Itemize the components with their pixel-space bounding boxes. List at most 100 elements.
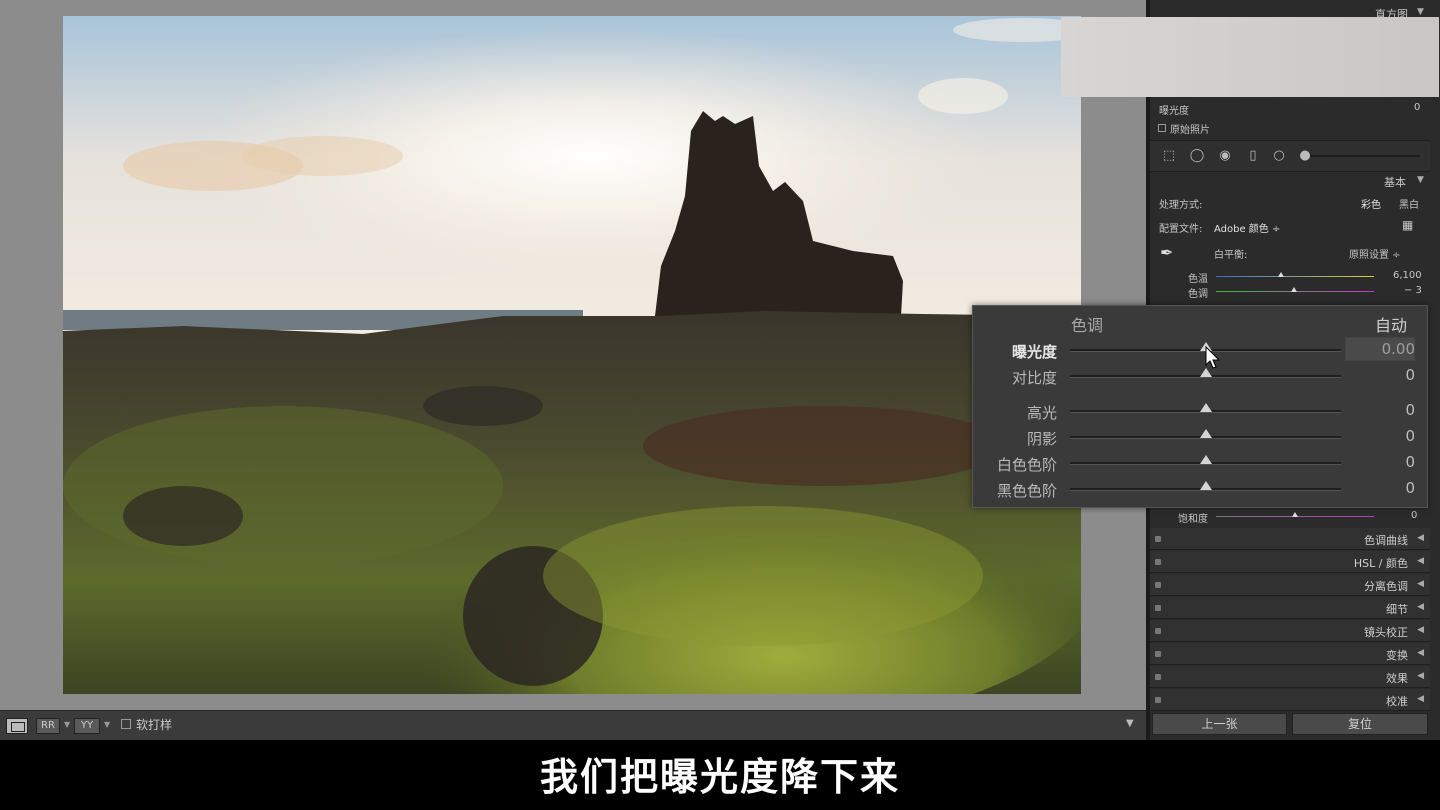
basic-section-header[interactable]: 基本 (1384, 174, 1406, 190)
wb-dropdown[interactable]: 原照设置 ÷ (1349, 246, 1401, 261)
section-header-4[interactable]: 镜头校正 ◀ (1150, 620, 1430, 642)
tone-panel-magnified: 色调 自动 曝光度 0.00 对比度 0 高光 0 阴影 0 白色色阶 0 黑色色阶 0 (972, 305, 1428, 508)
tone-slider-row-0: 曝光度 0.00 (973, 337, 1429, 363)
wb-eyedropper-icon[interactable]: ✒ (1160, 243, 1173, 262)
crop-icon[interactable]: ⬚ (1161, 148, 1177, 164)
wb-label: 白平衡: (1214, 250, 1248, 261)
section-label: 色调曲线 (1364, 534, 1408, 547)
tone-slider-row-2: 高光 0 (973, 398, 1429, 424)
redeye-icon[interactable]: ◉ (1217, 148, 1233, 164)
section-expand-icon[interactable]: ◀ (1417, 671, 1424, 681)
saturation-label: 饱和度 (1178, 514, 1208, 525)
treatment-bw-option[interactable]: 黑白 (1399, 196, 1419, 211)
section-header-1[interactable]: HSL / 颜色 ◀ (1150, 551, 1430, 573)
section-header-7[interactable]: 校准 ◀ (1150, 689, 1430, 711)
section-header-6[interactable]: 效果 ◀ (1150, 666, 1430, 688)
treatment-color-option[interactable]: 彩色 (1361, 196, 1381, 211)
toolbar-menu-icon[interactable]: ▼ (1126, 718, 1134, 729)
basic-collapse-icon[interactable]: ▼ (1417, 175, 1424, 185)
saturation-value[interactable]: 0 (1411, 510, 1417, 521)
tone-slider-label: 对比度 (1011, 369, 1057, 387)
section-label: 效果 (1386, 672, 1408, 685)
section-toggle-icon[interactable] (1155, 674, 1161, 680)
tint-label: 色调 (1188, 289, 1208, 300)
reset-button[interactable]: 复位 (1292, 713, 1428, 735)
tone-slider-thumb[interactable] (1199, 481, 1212, 490)
landscape-photo (63, 16, 1081, 694)
section-expand-icon[interactable]: ◀ (1417, 625, 1424, 635)
tone-slider-row-4: 白色色阶 0 (973, 450, 1429, 476)
before-after-dropdown-icon[interactable]: ▼ (104, 720, 110, 729)
section-toggle-icon[interactable] (1155, 582, 1161, 588)
section-toggle-icon[interactable] (1155, 628, 1161, 634)
tone-slider-value[interactable]: 0 (1405, 401, 1415, 419)
tone-slider-label: 曝光度 (1011, 343, 1057, 361)
section-label: 校准 (1386, 695, 1408, 708)
tone-slider-thumb[interactable] (1199, 403, 1212, 412)
profile-browser-icon[interactable]: ▦ (1402, 218, 1413, 232)
temp-slider-thumb[interactable] (1278, 272, 1284, 277)
tone-slider-label: 白色色阶 (996, 456, 1057, 474)
tone-slider-value[interactable]: 0 (1405, 453, 1415, 471)
section-expand-icon[interactable]: ◀ (1417, 579, 1424, 589)
section-toggle-icon[interactable] (1155, 536, 1161, 542)
softproof-checkbox[interactable] (121, 719, 131, 729)
previous-button[interactable]: 上一张 (1152, 713, 1287, 735)
tone-auto-button[interactable]: 自动 (1375, 312, 1407, 336)
section-label: 镜头校正 (1364, 626, 1408, 639)
section-label: 分离色调 (1364, 580, 1408, 593)
section-expand-icon[interactable]: ◀ (1417, 602, 1424, 612)
tone-slider-value[interactable]: 0.00 (1382, 340, 1415, 358)
brush-size-track[interactable] (1310, 155, 1420, 157)
section-label: HSL / 颜色 (1353, 557, 1408, 570)
tone-slider-thumb[interactable] (1199, 455, 1212, 464)
histogram-exposure-label: 曝光度 (1159, 106, 1189, 117)
section-toggle-icon[interactable] (1155, 651, 1161, 657)
section-toggle-icon[interactable] (1155, 559, 1161, 565)
section-toggle-icon[interactable] (1155, 605, 1161, 611)
saturation-slider-thumb[interactable] (1292, 512, 1298, 517)
graduated-filter-icon[interactable]: ▯ (1245, 148, 1261, 164)
tone-slider-row-1: 对比度 0 (973, 363, 1429, 389)
photo-artwork (63, 16, 1081, 694)
mouse-cursor-icon (1205, 346, 1221, 369)
histogram-exposure-value: 0 (1414, 102, 1421, 113)
tone-slider-value[interactable]: 0 (1405, 479, 1415, 497)
before-after-button[interactable]: YY (74, 718, 100, 734)
section-header-0[interactable]: 色调曲线 ◀ (1150, 528, 1430, 550)
section-expand-icon[interactable]: ◀ (1417, 533, 1424, 543)
tone-slider-thumb[interactable] (1199, 429, 1212, 438)
tone-slider-label: 黑色色阶 (996, 482, 1057, 500)
section-label: 变换 (1386, 649, 1408, 662)
spot-removal-icon[interactable]: ◯ (1189, 148, 1205, 164)
tone-slider-value[interactable]: 0 (1405, 366, 1415, 384)
section-expand-icon[interactable]: ◀ (1417, 694, 1424, 704)
tone-slider-label: 阴影 (1026, 430, 1057, 448)
section-expand-icon[interactable]: ◀ (1417, 556, 1424, 566)
tone-slider-row-3: 阴影 0 (973, 424, 1429, 450)
compare-dropdown-icon[interactable]: ▼ (64, 720, 70, 729)
profile-dropdown[interactable]: Adobe 颜色 ÷ (1214, 220, 1280, 235)
temp-value[interactable]: 6,100 (1393, 270, 1422, 281)
compare-view-button[interactable]: RR (36, 718, 60, 734)
tone-title: 色调 (1071, 316, 1104, 335)
histogram-collapse-icon[interactable]: ▼ (1417, 7, 1424, 17)
section-header-3[interactable]: 细节 ◀ (1150, 597, 1430, 619)
section-label: 细节 (1386, 603, 1408, 616)
treatment-label: 处理方式: (1159, 200, 1203, 211)
softproof-label: 软打样 (136, 718, 173, 732)
profile-label: 配置文件: (1159, 224, 1203, 235)
tint-slider-thumb[interactable] (1291, 287, 1297, 292)
section-toggle-icon[interactable] (1155, 697, 1161, 703)
temp-slider-track[interactable] (1216, 276, 1374, 277)
video-subtitle: 我们把曝光度降下来 (0, 742, 1440, 810)
loupe-view-button[interactable] (6, 718, 28, 734)
section-header-2[interactable]: 分离色调 ◀ (1150, 574, 1430, 596)
tone-slider-row-5: 黑色色阶 0 (973, 476, 1429, 502)
tint-value[interactable]: − 3 (1404, 285, 1422, 296)
original-photo-checkbox[interactable] (1158, 124, 1166, 132)
radial-filter-icon[interactable]: ○ (1271, 148, 1287, 164)
section-header-5[interactable]: 变换 ◀ (1150, 643, 1430, 665)
section-expand-icon[interactable]: ◀ (1417, 648, 1424, 658)
tone-slider-value[interactable]: 0 (1405, 427, 1415, 445)
